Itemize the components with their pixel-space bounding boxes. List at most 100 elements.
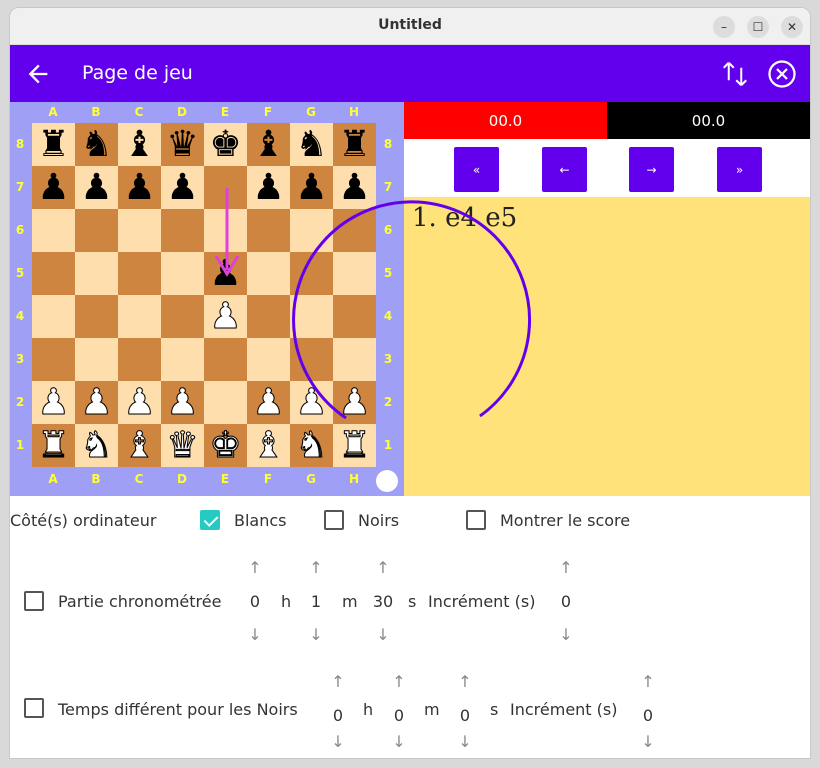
black-minutes-down-arrow-icon[interactable]: ↓ — [389, 732, 409, 751]
square-h7[interactable]: ♟ — [333, 166, 376, 209]
square-h8[interactable]: ♜ — [333, 123, 376, 166]
hours-down-arrow-icon[interactable]: ↓ — [245, 625, 265, 644]
hours-value[interactable]: 0 — [243, 592, 267, 611]
square-h5[interactable] — [333, 252, 376, 295]
black-seconds-down-arrow-icon[interactable]: ↓ — [455, 732, 475, 751]
square-h3[interactable] — [333, 338, 376, 381]
square-e2[interactable] — [204, 381, 247, 424]
square-d5[interactable] — [161, 252, 204, 295]
black-rook-icon[interactable]: ♜ — [338, 126, 370, 163]
square-h4[interactable] — [333, 295, 376, 338]
square-e8[interactable]: ♚ — [204, 123, 247, 166]
square-d3[interactable] — [161, 338, 204, 381]
white-pawn-icon[interactable]: ♟ — [295, 384, 328, 421]
black-increment-up-arrow-icon[interactable]: ↑ — [638, 672, 658, 691]
square-d4[interactable] — [161, 295, 204, 338]
whites-checkbox[interactable] — [200, 510, 220, 530]
square-e3[interactable] — [204, 338, 247, 381]
square-f2[interactable]: ♟ — [247, 381, 290, 424]
seconds-up-arrow-icon[interactable]: ↑ — [373, 558, 393, 577]
minimize-button[interactable]: – — [713, 16, 735, 38]
increment-down-arrow-icon[interactable]: ↓ — [556, 625, 576, 644]
next-move-button[interactable]: → — [629, 147, 674, 192]
black-minutes-value[interactable]: 0 — [387, 706, 411, 725]
square-e4[interactable]: ♟ — [204, 295, 247, 338]
close-window-button[interactable]: ✕ — [781, 16, 803, 38]
square-f1[interactable]: ♝ — [247, 424, 290, 467]
square-d6[interactable] — [161, 209, 204, 252]
black-minutes-up-arrow-icon[interactable]: ↑ — [389, 672, 409, 691]
close-circle-icon[interactable] — [767, 59, 797, 89]
square-g4[interactable] — [290, 295, 333, 338]
square-g8[interactable]: ♞ — [290, 123, 333, 166]
black-seconds-value[interactable]: 0 — [453, 706, 477, 725]
square-d1[interactable]: ♛ — [161, 424, 204, 467]
white-bishop-icon[interactable]: ♝ — [252, 427, 285, 464]
square-g5[interactable] — [290, 252, 333, 295]
white-bishop-icon[interactable]: ♝ — [123, 427, 156, 464]
black-pawn-icon[interactable]: ♟ — [123, 169, 155, 206]
square-f6[interactable] — [247, 209, 290, 252]
black-bishop-icon[interactable]: ♝ — [123, 126, 155, 163]
white-pawn-icon[interactable]: ♟ — [37, 384, 70, 421]
square-c7[interactable]: ♟ — [118, 166, 161, 209]
white-pawn-icon[interactable]: ♟ — [80, 384, 113, 421]
white-pawn-icon[interactable]: ♟ — [338, 384, 371, 421]
square-f4[interactable] — [247, 295, 290, 338]
black-king-icon[interactable]: ♚ — [209, 126, 241, 163]
increment-up-arrow-icon[interactable]: ↑ — [556, 558, 576, 577]
square-d8[interactable]: ♛ — [161, 123, 204, 166]
square-b5[interactable] — [75, 252, 118, 295]
minutes-down-arrow-icon[interactable]: ↓ — [306, 625, 326, 644]
increment-value[interactable]: 0 — [554, 592, 578, 611]
black-hours-up-arrow-icon[interactable]: ↑ — [328, 672, 348, 691]
black-bishop-icon[interactable]: ♝ — [252, 126, 284, 163]
square-a4[interactable] — [32, 295, 75, 338]
white-pawn-icon[interactable]: ♟ — [166, 384, 199, 421]
square-a1[interactable]: ♜ — [32, 424, 75, 467]
square-g2[interactable]: ♟ — [290, 381, 333, 424]
minutes-value[interactable]: 1 — [304, 592, 328, 611]
black-hours-down-arrow-icon[interactable]: ↓ — [328, 732, 348, 751]
black-time-checkbox[interactable] — [24, 698, 44, 718]
square-f7[interactable]: ♟ — [247, 166, 290, 209]
black-pawn-icon[interactable]: ♟ — [209, 255, 241, 292]
black-knight-icon[interactable]: ♞ — [295, 126, 327, 163]
square-c2[interactable]: ♟ — [118, 381, 161, 424]
white-pawn-icon[interactable]: ♟ — [209, 298, 242, 335]
white-king-icon[interactable]: ♚ — [209, 427, 242, 464]
blacks-checkbox[interactable] — [324, 510, 344, 530]
black-queen-icon[interactable]: ♛ — [166, 126, 198, 163]
black-pawn-icon[interactable]: ♟ — [166, 169, 198, 206]
square-e7[interactable] — [204, 166, 247, 209]
show-score-checkbox[interactable] — [466, 510, 486, 530]
timed-game-checkbox[interactable] — [24, 591, 44, 611]
square-e5[interactable]: ♟ — [204, 252, 247, 295]
black-increment-value[interactable]: 0 — [636, 706, 660, 725]
white-queen-icon[interactable]: ♛ — [166, 427, 199, 464]
square-c3[interactable] — [118, 338, 161, 381]
square-f8[interactable]: ♝ — [247, 123, 290, 166]
square-g6[interactable] — [290, 209, 333, 252]
black-hours-value[interactable]: 0 — [326, 706, 350, 725]
square-b2[interactable]: ♟ — [75, 381, 118, 424]
square-g1[interactable]: ♞ — [290, 424, 333, 467]
square-h2[interactable]: ♟ — [333, 381, 376, 424]
flip-board-icon[interactable] — [720, 59, 750, 89]
last-move-button[interactable]: » — [717, 147, 762, 192]
hours-up-arrow-icon[interactable]: ↑ — [245, 558, 265, 577]
first-move-button[interactable]: « — [454, 147, 499, 192]
white-knight-icon[interactable]: ♞ — [80, 427, 113, 464]
square-f5[interactable] — [247, 252, 290, 295]
square-b7[interactable]: ♟ — [75, 166, 118, 209]
square-a7[interactable]: ♟ — [32, 166, 75, 209]
black-rook-icon[interactable]: ♜ — [37, 126, 69, 163]
square-f3[interactable] — [247, 338, 290, 381]
maximize-button[interactable]: ☐ — [747, 16, 769, 38]
black-pawn-icon[interactable]: ♟ — [295, 169, 327, 206]
square-b1[interactable]: ♞ — [75, 424, 118, 467]
white-rook-icon[interactable]: ♜ — [37, 427, 70, 464]
square-g3[interactable] — [290, 338, 333, 381]
black-knight-icon[interactable]: ♞ — [80, 126, 112, 163]
square-a2[interactable]: ♟ — [32, 381, 75, 424]
